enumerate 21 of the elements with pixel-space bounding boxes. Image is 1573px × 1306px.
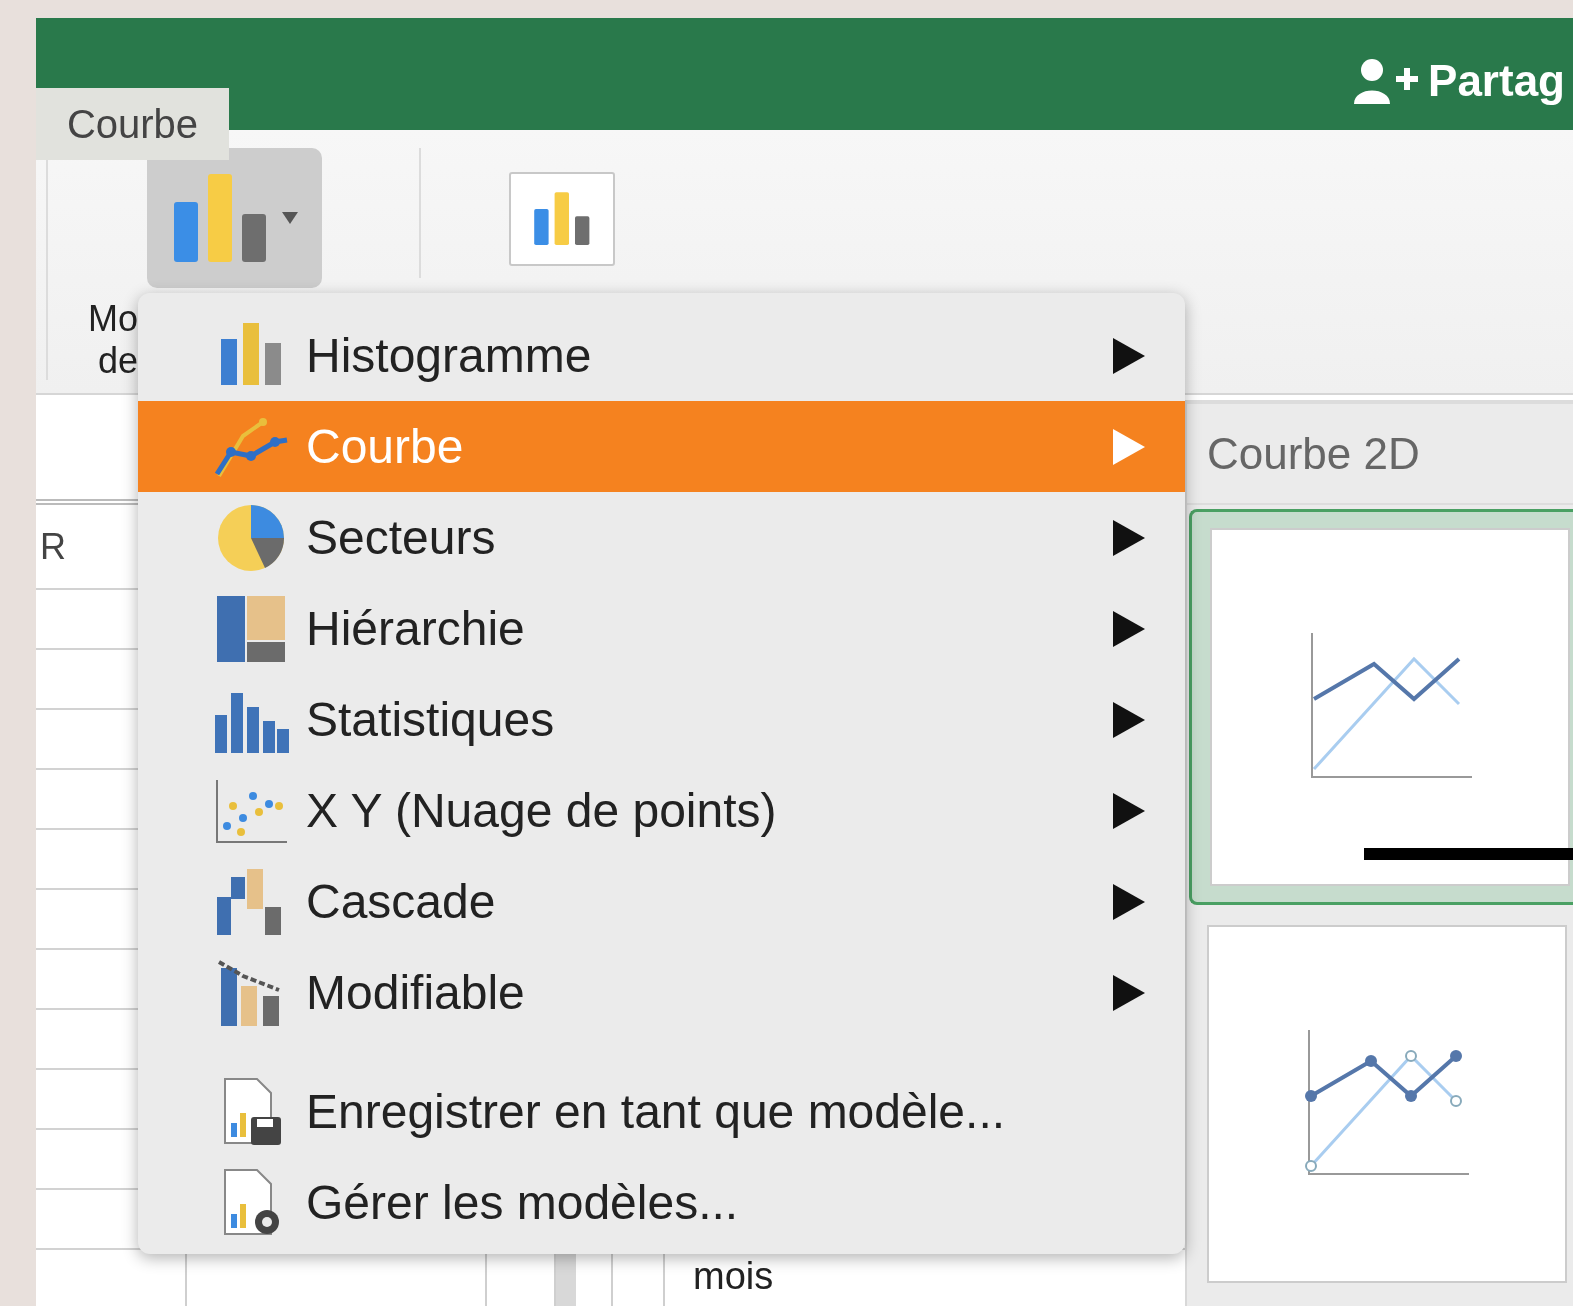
dropdown-caret-icon bbox=[281, 212, 298, 224]
chart-button[interactable] bbox=[509, 172, 615, 266]
menu-item[interactable]: Cascade bbox=[138, 856, 1185, 947]
menu-item[interactable]: Statistiques bbox=[138, 674, 1185, 765]
table-cell-text: mois bbox=[692, 1254, 775, 1299]
menu-item[interactable]: Histogramme bbox=[138, 310, 1185, 401]
menu-item[interactable]: Secteurs bbox=[138, 492, 1185, 583]
ribbon-label: Mo de bbox=[87, 298, 138, 382]
menu-item[interactable]: X Y (Nuage de points) bbox=[138, 765, 1185, 856]
column-header: R bbox=[40, 525, 66, 568]
tooltip: Courbe bbox=[36, 88, 229, 160]
panel-title: Courbe 2D bbox=[1187, 400, 1573, 505]
menu-item[interactable]: Hiérarchie bbox=[138, 583, 1185, 674]
column-chart-icon bbox=[171, 172, 268, 264]
share-button[interactable]: Partag bbox=[1352, 56, 1565, 106]
menu-item[interactable]: Gérer les modèles... bbox=[138, 1157, 1185, 1248]
menu-item[interactable]: Modifiable bbox=[138, 947, 1185, 1038]
menu-item[interactable]: Enregistrer en tant que modèle... bbox=[138, 1066, 1185, 1157]
chart-type-button[interactable] bbox=[147, 148, 322, 288]
column-chart-icon bbox=[533, 191, 591, 247]
chart-thumbnail[interactable] bbox=[1189, 509, 1573, 905]
